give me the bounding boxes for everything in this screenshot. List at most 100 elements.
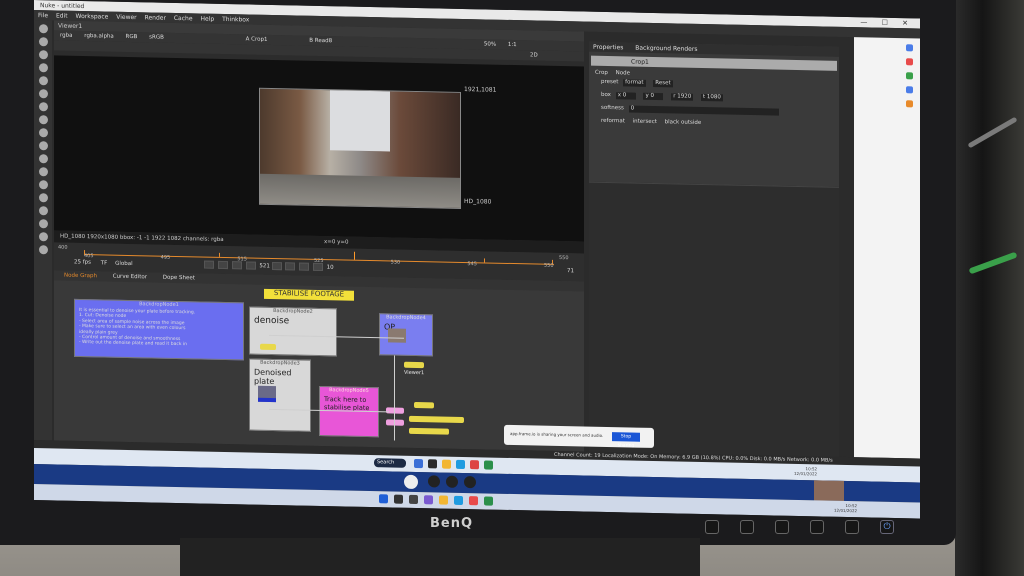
desktop-icon[interactable] — [404, 474, 418, 490]
edge-icon[interactable] — [456, 459, 465, 470]
taskbar-app-icon[interactable] — [470, 460, 479, 470]
op-read-thumbnail[interactable] — [388, 328, 406, 343]
taskbar-app-icon[interactable] — [414, 458, 423, 469]
frame-step-field[interactable]: 10 — [327, 265, 334, 271]
channel-tool-icon[interactable] — [38, 63, 48, 73]
box-r-field[interactable]: r 1920 — [671, 93, 694, 101]
intersect-checkbox[interactable]: intersect — [633, 119, 657, 126]
draw-tool-icon[interactable] — [38, 37, 48, 47]
monitor-button[interactable] — [740, 520, 754, 534]
search-icon[interactable] — [394, 494, 403, 504]
folder-icon[interactable] — [442, 459, 451, 469]
color-tool-icon[interactable] — [38, 76, 48, 86]
filter-tool-icon[interactable] — [38, 89, 48, 99]
share-icon[interactable] — [464, 476, 476, 489]
current-frame-marker[interactable] — [354, 251, 355, 260]
browser-icon[interactable] — [906, 72, 913, 80]
read-tool-icon[interactable] — [38, 24, 48, 34]
taskbar-app-icon[interactable] — [428, 459, 437, 469]
transform-node[interactable] — [414, 401, 434, 409]
read-node-thumbnail[interactable] — [258, 385, 276, 403]
reset-button[interactable]: Reset — [653, 79, 674, 88]
prev-keyframe-button[interactable] — [218, 260, 229, 270]
window-controls[interactable]: — ☐ ✕ — [860, 18, 914, 27]
last-frame-button[interactable] — [312, 262, 323, 272]
taskbar-app-icon[interactable] — [469, 496, 478, 506]
monitor-button[interactable] — [810, 520, 824, 534]
ratio-select[interactable]: 1:1 — [508, 42, 517, 48]
next-keyframe-button[interactable] — [299, 262, 310, 271]
box-y-field[interactable]: y 0 — [643, 92, 664, 101]
viewer-node[interactable] — [404, 361, 424, 369]
tab-node[interactable]: Node — [616, 70, 630, 76]
particles-tool-icon[interactable] — [38, 180, 48, 190]
preset-select[interactable]: format — [623, 79, 646, 87]
black-outside-checkbox[interactable]: black outside — [665, 119, 702, 126]
tab-background-renders[interactable]: Background Renders — [635, 45, 697, 53]
3d-tool-icon[interactable] — [38, 141, 48, 151]
monitor-button[interactable] — [845, 520, 859, 534]
browser-icon[interactable] — [906, 86, 913, 94]
pink-node[interactable] — [386, 419, 404, 426]
colorspace-a-select[interactable]: RGB — [126, 34, 138, 40]
colorspace-b-select[interactable]: sRGB — [149, 34, 164, 40]
first-frame-button[interactable] — [204, 260, 215, 269]
monitor-button[interactable] — [705, 520, 719, 534]
softness-slider[interactable]: 0 — [628, 105, 779, 116]
alpha-select[interactable]: rgba.alpha — [84, 33, 114, 40]
box-x-field[interactable]: x 0 — [615, 92, 636, 100]
edge-icon[interactable] — [454, 495, 463, 505]
sticky-note-stabilise[interactable]: STABILISE FOOTAGE — [264, 288, 354, 301]
menu-file[interactable]: File — [38, 12, 48, 19]
menu-cache[interactable]: Cache — [174, 15, 193, 22]
tab-node-graph[interactable]: Node Graph — [64, 273, 97, 280]
tab-viewer1[interactable]: Viewer1 — [58, 23, 82, 31]
camera-off-icon[interactable] — [446, 475, 458, 488]
search-button[interactable]: Search — [374, 458, 406, 468]
menu-render[interactable]: Render — [145, 14, 166, 21]
monitor-button[interactable] — [775, 520, 789, 534]
browser-icon[interactable] — [906, 58, 913, 66]
chrome-icon[interactable] — [484, 460, 493, 470]
folder-icon[interactable] — [439, 495, 448, 505]
furnace-tool-icon[interactable] — [38, 232, 48, 242]
time-tool-icon[interactable] — [38, 50, 48, 60]
input-b-select[interactable]: B Read8 — [309, 38, 332, 44]
chat-icon[interactable] — [424, 495, 433, 505]
other-tool-icon[interactable] — [38, 219, 48, 229]
task-view-icon[interactable] — [409, 494, 418, 505]
stop-sharing-button[interactable]: Stop sharing — [612, 432, 640, 449]
reformat-checkbox[interactable]: reformat — [601, 118, 625, 125]
menu-edit[interactable]: Edit — [56, 12, 68, 19]
menu-viewer[interactable]: Viewer — [116, 14, 136, 21]
viewer-canvas[interactable]: 1921,1081 HD_1080 — [54, 55, 584, 242]
menu-workspace[interactable]: Workspace — [76, 13, 109, 21]
play-forward-button[interactable] — [285, 262, 296, 271]
mic-off-icon[interactable] — [428, 475, 440, 488]
play-backward-button[interactable] — [231, 261, 242, 270]
node-name-field[interactable]: Crop1 — [591, 55, 837, 71]
settings-tool-icon[interactable] — [38, 245, 48, 255]
tf-select[interactable]: TF — [101, 260, 108, 266]
power-icon[interactable]: ⏻ — [880, 520, 894, 534]
tab-crop[interactable]: Crop — [595, 70, 608, 76]
backdrop-denoised-plate[interactable]: BackdropNode3 Denoised plate — [249, 358, 311, 432]
transform-tool-icon[interactable] — [38, 128, 48, 138]
backdrop-denoise[interactable]: BackdropNode2 denoise — [249, 306, 337, 357]
browser-icon[interactable] — [906, 44, 913, 52]
toolsets-tool-icon[interactable] — [38, 206, 48, 216]
prev-frame-button[interactable] — [245, 261, 256, 270]
current-frame-field[interactable]: 521 — [259, 263, 270, 269]
zoom-select[interactable]: 50% — [484, 41, 496, 47]
fps-select[interactable]: 25 fps — [74, 259, 91, 265]
denoise-node[interactable] — [260, 343, 276, 351]
backdrop-note[interactable]: BackdropNode1 It is essential to denoise… — [74, 298, 244, 361]
backdrop-op[interactable]: BackdropNode4 OP — [379, 313, 433, 357]
view-mode-select[interactable]: 2D — [530, 52, 538, 58]
participant-video[interactable] — [814, 480, 844, 501]
views-tool-icon[interactable] — [38, 154, 48, 164]
menu-thinkbox[interactable]: Thinkbox — [222, 16, 249, 24]
box-t-field[interactable]: t 1080 — [700, 93, 723, 102]
range-select[interactable]: Global — [115, 260, 133, 266]
browser-icon[interactable] — [906, 100, 913, 108]
